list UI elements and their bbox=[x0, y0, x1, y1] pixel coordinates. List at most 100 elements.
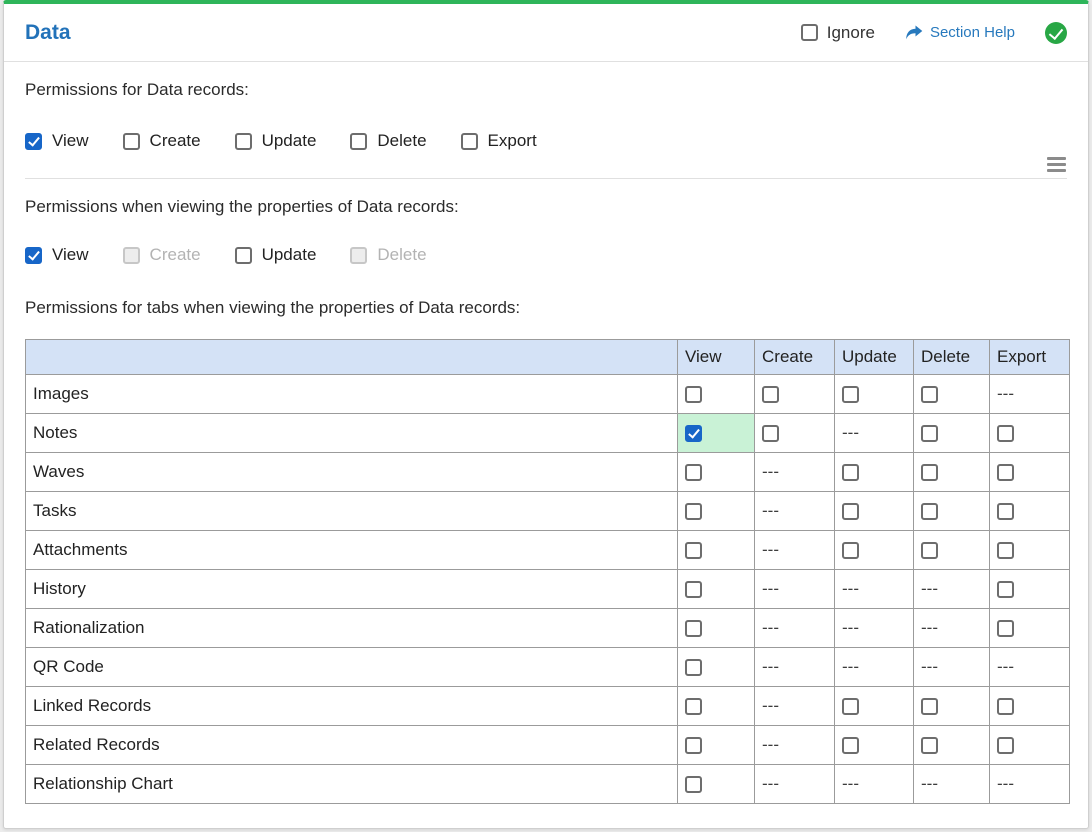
permission-cell[interactable] bbox=[913, 491, 990, 531]
permission-cell[interactable] bbox=[834, 491, 914, 531]
checkbox[interactable] bbox=[997, 698, 1014, 716]
checkbox[interactable] bbox=[842, 503, 859, 521]
checkbox[interactable] bbox=[685, 776, 702, 794]
checkbox[interactable] bbox=[460, 132, 478, 150]
hamburger-menu-icon[interactable] bbox=[1047, 157, 1066, 175]
checkbox-label: Delete bbox=[377, 245, 427, 264]
checkbox[interactable] bbox=[350, 132, 368, 150]
permission-cell[interactable] bbox=[913, 374, 990, 414]
checkbox[interactable] bbox=[997, 425, 1014, 443]
checkbox[interactable] bbox=[921, 425, 938, 443]
checkbox[interactable] bbox=[997, 542, 1014, 560]
checkbox[interactable] bbox=[25, 132, 42, 150]
checkbox[interactable] bbox=[842, 698, 859, 716]
permission-cell[interactable] bbox=[754, 413, 835, 453]
permission-update[interactable]: Update bbox=[234, 131, 316, 151]
permission-cell[interactable] bbox=[989, 725, 1070, 765]
checkbox[interactable] bbox=[842, 386, 859, 404]
tab-row-label: Attachments bbox=[25, 530, 678, 570]
checkbox[interactable] bbox=[842, 542, 859, 560]
permission-cell[interactable] bbox=[989, 413, 1070, 453]
permission-cell[interactable] bbox=[834, 452, 914, 492]
permission-cell[interactable] bbox=[989, 569, 1070, 609]
checkbox[interactable] bbox=[762, 425, 779, 443]
tabs-permissions-label: Permissions for tabs when viewing the pr… bbox=[25, 298, 521, 317]
permission-cell[interactable] bbox=[989, 608, 1070, 648]
checkbox-label: Create bbox=[149, 245, 201, 264]
checkbox[interactable] bbox=[921, 737, 938, 755]
permission-export[interactable]: Export bbox=[460, 131, 537, 151]
permission-cell[interactable] bbox=[913, 413, 990, 453]
permission-cell[interactable] bbox=[913, 725, 990, 765]
checkbox[interactable] bbox=[685, 542, 702, 560]
permission-cell[interactable] bbox=[677, 452, 755, 492]
checkbox[interactable] bbox=[234, 132, 252, 150]
checkbox[interactable] bbox=[685, 737, 702, 755]
permission-cell[interactable] bbox=[834, 725, 914, 765]
permission-cell[interactable] bbox=[989, 686, 1070, 726]
checkbox[interactable] bbox=[997, 737, 1014, 755]
permission-update[interactable]: Update bbox=[234, 245, 316, 265]
permission-cell[interactable] bbox=[677, 491, 755, 531]
checkbox[interactable] bbox=[122, 132, 140, 150]
not-applicable-cell: --- bbox=[754, 530, 835, 570]
checkbox[interactable] bbox=[685, 620, 702, 638]
checkbox[interactable] bbox=[762, 386, 779, 404]
permission-view[interactable]: View bbox=[25, 245, 89, 265]
permission-cell[interactable] bbox=[834, 530, 914, 570]
permission-cell[interactable] bbox=[913, 530, 990, 570]
records-permissions-label: Permissions for Data records: bbox=[25, 80, 249, 99]
checkbox[interactable] bbox=[234, 246, 252, 264]
checkbox[interactable] bbox=[685, 386, 702, 404]
checkbox[interactable] bbox=[921, 698, 938, 716]
checkbox bbox=[122, 246, 140, 264]
checkbox[interactable] bbox=[921, 464, 938, 482]
permission-cell[interactable] bbox=[989, 452, 1070, 492]
permission-cell[interactable] bbox=[677, 530, 755, 570]
permission-view[interactable]: View bbox=[25, 131, 89, 151]
column-header-delete: Delete bbox=[913, 339, 990, 375]
checkbox[interactable] bbox=[921, 542, 938, 560]
check-circle-icon[interactable] bbox=[1045, 21, 1067, 44]
permission-cell[interactable] bbox=[677, 374, 755, 414]
permission-cell[interactable] bbox=[754, 374, 835, 414]
checkbox[interactable] bbox=[685, 581, 702, 599]
checkbox[interactable] bbox=[921, 386, 938, 404]
ignore-checkbox-group[interactable]: Ignore bbox=[800, 23, 875, 43]
permission-cell[interactable] bbox=[677, 413, 755, 453]
permission-delete[interactable]: Delete bbox=[350, 131, 427, 151]
checkbox[interactable] bbox=[997, 503, 1014, 521]
permission-cell[interactable] bbox=[677, 764, 755, 804]
permission-cell[interactable] bbox=[677, 647, 755, 687]
permission-create[interactable]: Create bbox=[122, 131, 201, 151]
checkbox[interactable] bbox=[842, 464, 859, 482]
permission-cell[interactable] bbox=[834, 686, 914, 726]
permission-cell[interactable] bbox=[989, 491, 1070, 531]
checkbox[interactable] bbox=[685, 464, 702, 482]
not-applicable-cell: --- bbox=[754, 725, 835, 765]
section-help-link[interactable]: Section Help bbox=[905, 24, 1015, 41]
page-title: Data bbox=[25, 20, 71, 44]
not-applicable-cell: --- bbox=[913, 569, 990, 609]
checkbox[interactable] bbox=[25, 246, 42, 264]
checkbox[interactable] bbox=[685, 698, 702, 716]
permission-cell[interactable] bbox=[834, 374, 914, 414]
permission-cell[interactable] bbox=[677, 569, 755, 609]
permission-cell[interactable] bbox=[989, 530, 1070, 570]
ignore-checkbox[interactable] bbox=[800, 24, 818, 41]
not-applicable-cell: --- bbox=[834, 647, 914, 687]
checkbox[interactable] bbox=[997, 464, 1014, 482]
permission-cell[interactable] bbox=[677, 725, 755, 765]
permission-cell[interactable] bbox=[677, 686, 755, 726]
checkbox[interactable] bbox=[997, 620, 1014, 638]
checkbox[interactable] bbox=[842, 737, 859, 755]
checkbox[interactable] bbox=[685, 425, 702, 443]
checkbox[interactable] bbox=[997, 581, 1014, 599]
checkbox[interactable] bbox=[921, 503, 938, 521]
permission-cell[interactable] bbox=[677, 608, 755, 648]
checkbox[interactable] bbox=[685, 503, 702, 521]
checkbox[interactable] bbox=[685, 659, 702, 677]
permission-cell[interactable] bbox=[913, 686, 990, 726]
header-divider bbox=[4, 61, 1088, 62]
permission-cell[interactable] bbox=[913, 452, 990, 492]
